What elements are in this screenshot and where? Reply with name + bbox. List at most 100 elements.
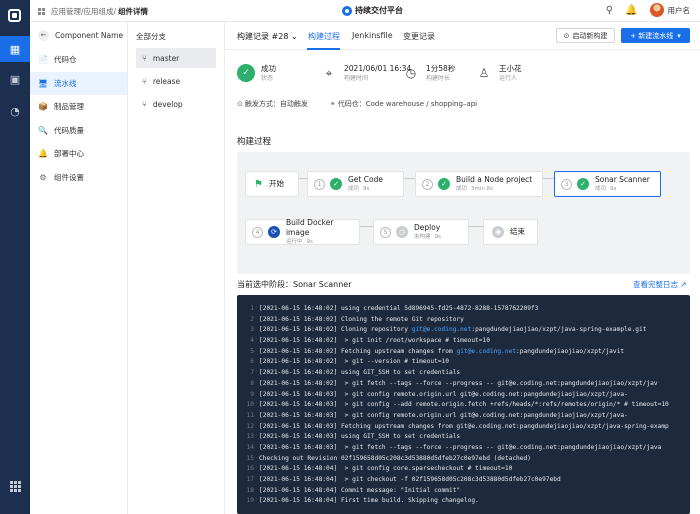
stage-status: 成功 — [348, 186, 360, 192]
stage-deploy[interactable]: 5 ◷ Deploy 未构建 9s — [373, 219, 469, 245]
stage-sonar-scanner[interactable]: 3 ✓ Sonar Scanner 成功 9s — [554, 171, 661, 197]
start-build-button[interactable]: ⊙ 启动新构建 — [556, 28, 615, 43]
check-circle-icon: ✓ — [577, 178, 589, 190]
stage-title: 结束 — [510, 227, 525, 236]
caret-down-icon: ▾ — [677, 31, 681, 40]
pipeline-icon: 🖥 — [38, 78, 49, 88]
view-full-log-link[interactable]: 查看完整日志 ↗ — [633, 279, 687, 290]
stage-time: 9s — [363, 186, 370, 192]
current-stage-title: 当前选中阶段：Sonar Scanner — [237, 280, 352, 289]
log-text: [2021-06-15 16:48:02] Cloning repository… — [259, 326, 647, 334]
nav-item-settings[interactable]: ⚙ 组件设置 — [30, 166, 127, 190]
branch-icon: ⑂ — [142, 99, 147, 109]
tab-change-log[interactable]: 变更记录 — [403, 31, 435, 42]
nav-item-label: 流水线 — [54, 78, 77, 88]
project-header: ← Component Name — [30, 22, 127, 48]
repo-icon: 📄 — [38, 55, 48, 65]
log-text: [2021-06-15 16:48:02] > git --version # … — [259, 358, 449, 366]
dashboard-rail-icon[interactable]: ▦ — [0, 36, 30, 62]
nav-item-deploy[interactable]: 🔔 部署中心 — [30, 142, 127, 166]
component-nav: ← Component Name 📄 代码仓 🖥 流水线 📦 制品管理 🔍 代码… — [30, 22, 128, 514]
build-record-select[interactable]: 构建记录 #28 ⌄ — [237, 31, 298, 42]
log-text: [2021-06-15 16:48:02] using GIT_SSH to s… — [259, 369, 461, 377]
stage-number: 1 — [314, 178, 325, 190]
log-line: 18 [2021-06-15 16:48:04] Commit message: … — [237, 486, 690, 497]
stage-start[interactable]: ⚑ 开始 — [245, 171, 299, 197]
nav-item-artifacts[interactable]: 📦 制品管理 — [30, 95, 127, 119]
log-text: [2021-06-15 16:48:02] > git init /root/w… — [259, 337, 490, 345]
nav-item-code-quality[interactable]: 🔍 代码质量 — [30, 119, 127, 143]
end-icon: ◉ — [492, 226, 504, 238]
log-line: 17 [2021-06-15 16:48:04] > git checkout -… — [237, 475, 690, 486]
clock-icon: ◷ — [405, 66, 417, 80]
nav-item-pipeline[interactable]: 🖥 流水线 — [30, 71, 127, 95]
stage-time: 9s — [610, 186, 617, 192]
new-pipeline-button[interactable]: + 新建流水线 ▾ — [621, 28, 690, 43]
branch-name: release — [152, 76, 181, 86]
line-number: 9 — [250, 390, 254, 398]
line-number: 8 — [250, 379, 254, 387]
trigger-info: ⊙ 触发方式：自动触发 — [237, 99, 308, 109]
line-number: 13 — [246, 433, 254, 441]
toolbox-rail-icon[interactable]: ▣ — [0, 66, 30, 92]
build-record-label: 构建记录 #28 — [237, 32, 289, 41]
stage-number: 5 — [380, 226, 391, 238]
trigger-text: 触发方式：自动触发 — [244, 100, 308, 108]
summary-value: 1分58秒 — [426, 64, 456, 73]
line-number: 16 — [246, 465, 254, 473]
breadcrumb-current: 组件详情 — [118, 7, 149, 16]
nav-item-label: 代码质量 — [54, 125, 84, 135]
app-logo-icon[interactable] — [8, 9, 21, 22]
log-text: [2021-06-15 16:48:04] > git config core.… — [259, 465, 513, 473]
back-arrow-icon[interactable]: ← — [38, 29, 49, 41]
branch-item-master[interactable]: ⑂ master — [136, 48, 216, 68]
build-tabs: 构建记录 #28 ⌄ 构建过程 Jenkinsfile 变更记录 ⊙ 启动新构建… — [225, 22, 700, 50]
bell-icon: 🔔 — [38, 149, 48, 159]
build-meta: ⊙ 触发方式：自动触发 ⚭ 代码仓：Code warehouse / shoppin… — [237, 99, 477, 109]
log-line: 6 [2021-06-15 16:48:02] > git --version #… — [237, 357, 690, 368]
log-text: Checking out Revision 02f159658d05c208c3… — [259, 454, 531, 462]
branch-item-release[interactable]: ⑂ release — [136, 71, 216, 91]
stage-get-code[interactable]: 1 ✓ Get Code 成功 9s — [307, 171, 404, 197]
stage-build-docker[interactable]: 4 ⟳ Build Docker image 运行中 9s — [245, 218, 360, 245]
tab-build-process[interactable]: 构建过程 — [308, 31, 340, 42]
tab-jenkinsfile[interactable]: Jenkinsfile — [352, 31, 393, 40]
log-text: [2021-06-15 16:48:02] Fetching upstream … — [259, 347, 625, 355]
flow-connector — [543, 178, 554, 179]
pending-icon: ◷ — [396, 226, 408, 238]
log-text: [2021-06-15 16:48:03] > git config remot… — [259, 411, 628, 419]
log-text: [2021-06-15 16:48:02] using credential 5… — [259, 305, 539, 312]
full-log-label: 查看完整日志 — [633, 280, 678, 289]
log-line: 13 [2021-06-15 16:48:03] using GIT_SSH to… — [237, 432, 690, 443]
summary-value: 王小花 — [499, 64, 522, 73]
branch-item-develop[interactable]: ⑂ develop — [136, 94, 216, 114]
external-link-icon: ↗ — [680, 280, 687, 289]
stage-end[interactable]: ◉ 结束 — [483, 219, 538, 245]
stage-title: Deploy — [414, 223, 441, 232]
chart-rail-icon[interactable]: ◔ — [0, 98, 30, 124]
log-line: 4 [2021-06-15 16:48:02] > git init /root/… — [237, 336, 690, 347]
log-text: [2021-06-15 16:48:02] > git fetch --tags… — [259, 379, 658, 387]
log-text: [2021-06-15 16:48:04] > git checkout -f … — [259, 476, 561, 483]
apps-grid-icon[interactable] — [10, 481, 21, 492]
stage-build-node[interactable]: 2 ✓ Build a Node project 成功 3min 8s — [415, 171, 543, 197]
log-text: [2021-06-15 16:48:03] > git fetch --tags… — [259, 443, 662, 451]
flow-connector — [469, 226, 483, 227]
stage-status: 未构建 — [414, 234, 431, 240]
user-menu[interactable]: 用户名 — [649, 3, 691, 17]
user-name: 用户名 — [667, 5, 691, 15]
stage-time: 9s — [306, 239, 313, 245]
breadcrumb-path[interactable]: 应用管理/应用组成/ — [51, 6, 116, 17]
branch-icon: ⑂ — [142, 76, 147, 86]
stage-status: 成功 — [595, 186, 607, 192]
search-icon[interactable]: ⚲ — [606, 5, 613, 16]
active-tab-indicator — [307, 48, 340, 50]
line-number: 7 — [250, 369, 254, 377]
log-line: 3 [2021-06-15 16:48:02] Cloning repositor… — [237, 325, 690, 336]
brand-logo-icon — [342, 5, 352, 16]
summary-build-time: ⌖ 2021/06/01 16:34 构建时间 — [320, 64, 412, 83]
nav-item-repo[interactable]: 📄 代码仓 — [30, 48, 127, 72]
repo-text[interactable]: 代码仓：Code warehouse / shopping–api — [338, 100, 477, 108]
branch-list: 全部分支 ⑂ master ⑂ release ⑂ develop — [128, 22, 225, 514]
bell-icon[interactable]: 🔔 — [625, 5, 637, 16]
